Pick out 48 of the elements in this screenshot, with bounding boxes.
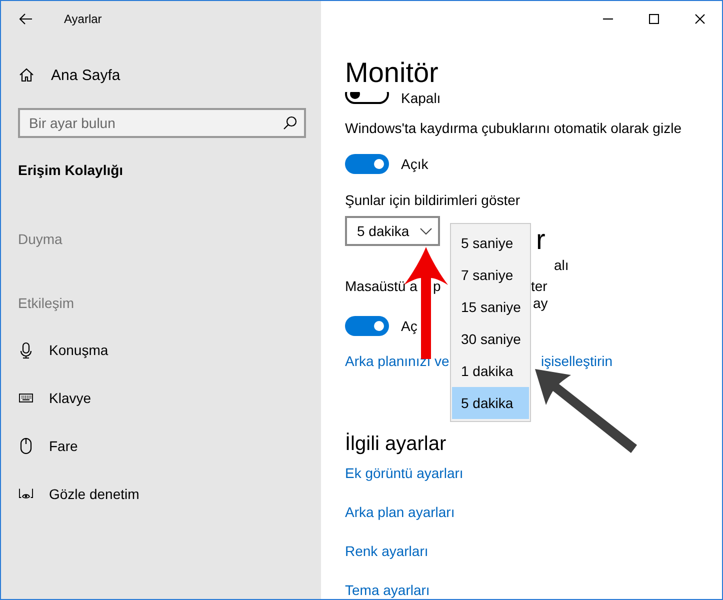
related-link[interactable]: Ek görüntü ayarları — [345, 464, 464, 482]
category-heading: Duyma — [18, 230, 64, 248]
back-icon[interactable] — [19, 13, 33, 25]
link-text[interactable]: Arka planınızı ve — [345, 353, 450, 370]
maximize-icon — [649, 14, 659, 24]
sidebar-item[interactable]: Gözle denetim — [1, 484, 321, 504]
toggle-state: Kapalı — [401, 89, 441, 107]
search-field[interactable]: Bir ayar bulun — [18, 108, 306, 138]
section-heading: İlgili ayarlar — [345, 432, 448, 457]
toggle-switch[interactable] — [345, 154, 389, 174]
home-icon — [19, 68, 34, 82]
setting-text: alı — [554, 257, 569, 274]
sidebar-item[interactable]: Fare — [1, 436, 321, 456]
close-icon — [695, 14, 705, 24]
eye-screen-icon — [19, 487, 33, 501]
mouse-icon — [20, 438, 32, 454]
heading-text: r — [536, 224, 546, 256]
setting-label: Windows'ta kaydırma çubuklarını otomatik olarak gizle — [345, 119, 682, 137]
dropdown[interactable]: 5 dakika — [345, 216, 440, 246]
menu-option[interactable]: 1 dakika — [452, 355, 529, 387]
related-link[interactable]: Arka plan ayarları — [345, 503, 455, 521]
keyboard-icon — [19, 393, 33, 403]
toggle-state: Açık — [401, 155, 428, 173]
menu-option[interactable]: 30 saniye — [452, 323, 529, 355]
menu-option[interactable]: 15 saniye — [452, 291, 529, 323]
microphone-icon — [19, 342, 33, 358]
setting-text: ay — [533, 295, 548, 312]
window-title: Ayarlar — [64, 12, 102, 26]
link-text[interactable]: işiselleştirin — [541, 353, 613, 370]
toggle-state: Aç — [401, 317, 418, 335]
sidebar-item[interactable]: Klavye — [1, 388, 321, 408]
menu-option[interactable]: 5 saniye — [452, 227, 529, 259]
setting-text: Masaüstü a — [345, 278, 418, 295]
menu-option[interactable]: 7 saniye — [452, 259, 529, 291]
chevron-icon — [420, 228, 432, 234]
related-link[interactable]: Tema ayarları — [345, 581, 430, 599]
sidebar-item[interactable]: Konuşma — [1, 340, 321, 360]
setting-text: ter — [531, 278, 548, 295]
section-title: Erişim Kolaylığı — [18, 161, 124, 179]
home-link[interactable]: Ana Sayfa — [1, 65, 321, 85]
setting-label: Şunlar için bildirimleri göster — [345, 191, 522, 209]
page-title: Monitör — [345, 57, 440, 89]
search-icon[interactable] — [283, 116, 297, 130]
toggle-switch[interactable] — [345, 316, 389, 336]
category-heading: Etkileşim — [18, 294, 76, 312]
setting-text: p — [433, 278, 441, 295]
related-link[interactable]: Renk ayarları — [345, 542, 428, 560]
menu-option[interactable]: 5 dakika — [452, 387, 529, 419]
